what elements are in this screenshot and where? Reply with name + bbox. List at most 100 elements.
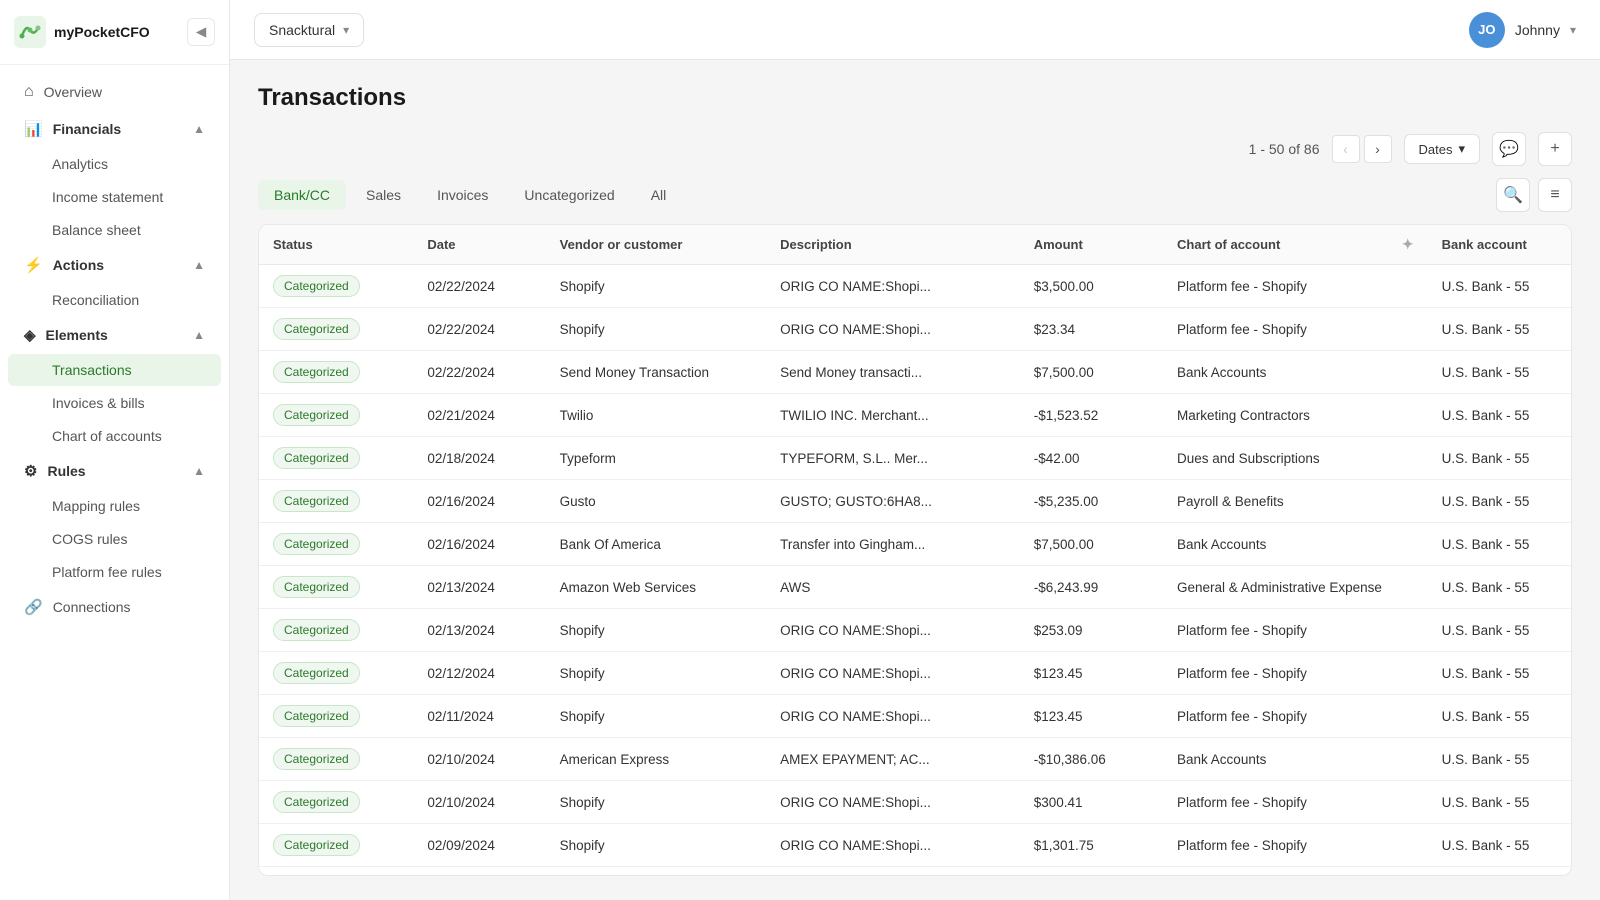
sidebar-item-balance-sheet[interactable]: Balance sheet (8, 214, 221, 246)
cell-coa: Platform fee - Shopify (1163, 867, 1428, 877)
actions-chevron-icon: ▲ (193, 258, 205, 272)
status-badge: Categorized (273, 275, 360, 297)
cell-bank: U.S. Bank - 55 (1428, 738, 1571, 781)
cell-coa: Bank Accounts (1163, 738, 1428, 781)
comment-button[interactable]: 💬 (1492, 132, 1526, 166)
cell-description: ORIG CO NAME:Shopi... (766, 652, 1020, 695)
cell-status: Categorized (259, 609, 413, 652)
cell-vendor: Shopify (546, 308, 767, 351)
connections-icon: 🔗 (24, 598, 43, 616)
pagination-info: 1 - 50 of 86 (1249, 141, 1320, 157)
company-selector[interactable]: Snacktural ▾ (254, 13, 364, 47)
sidebar-section-rules[interactable]: ⚙ Rules ▲ (8, 453, 221, 489)
filter-button[interactable]: ≡ (1538, 178, 1572, 212)
cell-date: 02/22/2024 (413, 351, 545, 394)
tab-uncategorized[interactable]: Uncategorized (508, 180, 630, 210)
actions-icon: ⚡ (24, 256, 43, 274)
sidebar-collapse-button[interactable]: ◀ (187, 18, 215, 46)
cell-bank: U.S. Bank - 55 (1428, 695, 1571, 738)
table-row: Categorized 02/10/2024 American Express … (259, 738, 1571, 781)
collapse-icon: ◀ (196, 24, 206, 40)
add-button[interactable]: + (1538, 132, 1572, 166)
table-row: Categorized 02/10/2024 Shopify ORIG CO N… (259, 781, 1571, 824)
status-badge: Categorized (273, 404, 360, 426)
sidebar-section-financials[interactable]: 📊 Financials ▲ (8, 111, 221, 147)
company-name: Snacktural (269, 22, 335, 38)
table-row: Categorized 02/21/2024 Twilio TWILIO INC… (259, 394, 1571, 437)
status-badge: Categorized (273, 834, 360, 856)
rules-icon: ⚙ (24, 462, 37, 480)
cell-coa: Platform fee - Shopify (1163, 609, 1428, 652)
table-row: Categorized 02/22/2024 Send Money Transa… (259, 351, 1571, 394)
column-header-description: Description (766, 225, 1020, 265)
tab-sales[interactable]: Sales (350, 180, 417, 210)
cell-amount: $300.41 (1020, 781, 1163, 824)
cell-description: ORIG CO NAME:Shopi... (766, 265, 1020, 308)
table-row: Categorized 02/13/2024 Amazon Web Servic… (259, 566, 1571, 609)
cell-coa: Bank Accounts (1163, 351, 1428, 394)
tab-all[interactable]: All (635, 180, 683, 210)
status-badge: Categorized (273, 576, 360, 598)
rules-chevron-icon: ▲ (193, 464, 205, 478)
sidebar-item-label: Overview (44, 84, 102, 100)
column-settings-icon[interactable]: ✦ (1402, 236, 1414, 253)
sidebar-item-analytics[interactable]: Analytics (8, 148, 221, 180)
tab-invoices[interactable]: Invoices (421, 180, 504, 210)
cell-bank: U.S. Bank - 55 (1428, 265, 1571, 308)
topbar: Snacktural ▾ JO Johnny ▾ (230, 0, 1600, 60)
cell-date: 02/12/2024 (413, 652, 545, 695)
cell-vendor: Gusto (546, 480, 767, 523)
cell-status: Categorized (259, 394, 413, 437)
cell-date: 02/10/2024 (413, 738, 545, 781)
financials-chevron-icon: ▲ (193, 122, 205, 136)
sidebar-item-connections[interactable]: 🔗 Connections (8, 589, 221, 625)
table-row: Categorized 02/22/2024 Shopify ORIG CO N… (259, 308, 1571, 351)
sidebar-item-chart-of-accounts[interactable]: Chart of accounts (8, 420, 221, 452)
sidebar-item-transactions[interactable]: Transactions (8, 354, 221, 386)
sidebar-item-overview[interactable]: ⌂ Overview (8, 74, 221, 110)
cell-coa: Platform fee - Shopify (1163, 781, 1428, 824)
cell-description: ORIG CO NAME:Shopi... (766, 781, 1020, 824)
cell-coa: Platform fee - Shopify (1163, 824, 1428, 867)
cell-date: 02/10/2024 (413, 781, 545, 824)
cell-status: Categorized (259, 523, 413, 566)
pagination-next-button[interactable]: › (1364, 135, 1392, 163)
sidebar-item-income-statement[interactable]: Income statement (8, 181, 221, 213)
app-name: myPocketCFO (54, 24, 150, 40)
sidebar-item-mapping-rules[interactable]: Mapping rules (8, 490, 221, 522)
user-area: JO Johnny ▾ (1469, 12, 1576, 48)
sidebar-item-invoices-bills[interactable]: Invoices & bills (8, 387, 221, 419)
cell-description: Transfer into Gingham... (766, 523, 1020, 566)
search-button[interactable]: 🔍 (1496, 178, 1530, 212)
tab-actions: 🔍 ≡ (1496, 178, 1572, 212)
cell-status: Categorized (259, 265, 413, 308)
sidebar-item-cogs-rules[interactable]: COGS rules (8, 523, 221, 555)
status-badge: Categorized (273, 318, 360, 340)
cell-description: Send Money transacti... (766, 351, 1020, 394)
transactions-tbody: Categorized 02/22/2024 Shopify ORIG CO N… (259, 265, 1571, 877)
cell-amount: -$42.00 (1020, 437, 1163, 480)
sidebar-section-elements[interactable]: ◈ Elements ▲ (8, 317, 221, 353)
cell-amount: $7,500.00 (1020, 523, 1163, 566)
company-selector-chevron-icon: ▾ (343, 23, 349, 37)
cell-bank: U.S. Bank - 55 (1428, 652, 1571, 695)
sidebar-section-actions[interactable]: ⚡ Actions ▲ (8, 247, 221, 283)
table-row: Categorized 02/11/2024 Shopify ORIG CO N… (259, 695, 1571, 738)
cell-bank: U.S. Bank - 55 (1428, 480, 1571, 523)
sidebar-item-platform-fee-rules[interactable]: Platform fee rules (8, 556, 221, 588)
cell-date: 02/16/2024 (413, 480, 545, 523)
sidebar-navigation: ⌂ Overview 📊 Financials ▲ Analytics Inco… (0, 65, 229, 900)
sidebar-item-reconciliation[interactable]: Reconciliation (8, 284, 221, 316)
section-label: Actions (53, 257, 104, 273)
tab-bank-cc[interactable]: Bank/CC (258, 180, 346, 210)
dates-filter-button[interactable]: Dates ▾ (1404, 134, 1481, 164)
cell-status: Categorized (259, 351, 413, 394)
cell-status: Categorized (259, 566, 413, 609)
cell-description: ORIG CO NAME:Shopi... (766, 867, 1020, 877)
cell-amount: $123.45 (1020, 695, 1163, 738)
cell-amount: $23.34 (1020, 308, 1163, 351)
status-badge: Categorized (273, 662, 360, 684)
pagination-prev-button[interactable]: ‹ (1332, 135, 1360, 163)
cell-vendor: American Express (546, 738, 767, 781)
cell-vendor: Shopify (546, 781, 767, 824)
